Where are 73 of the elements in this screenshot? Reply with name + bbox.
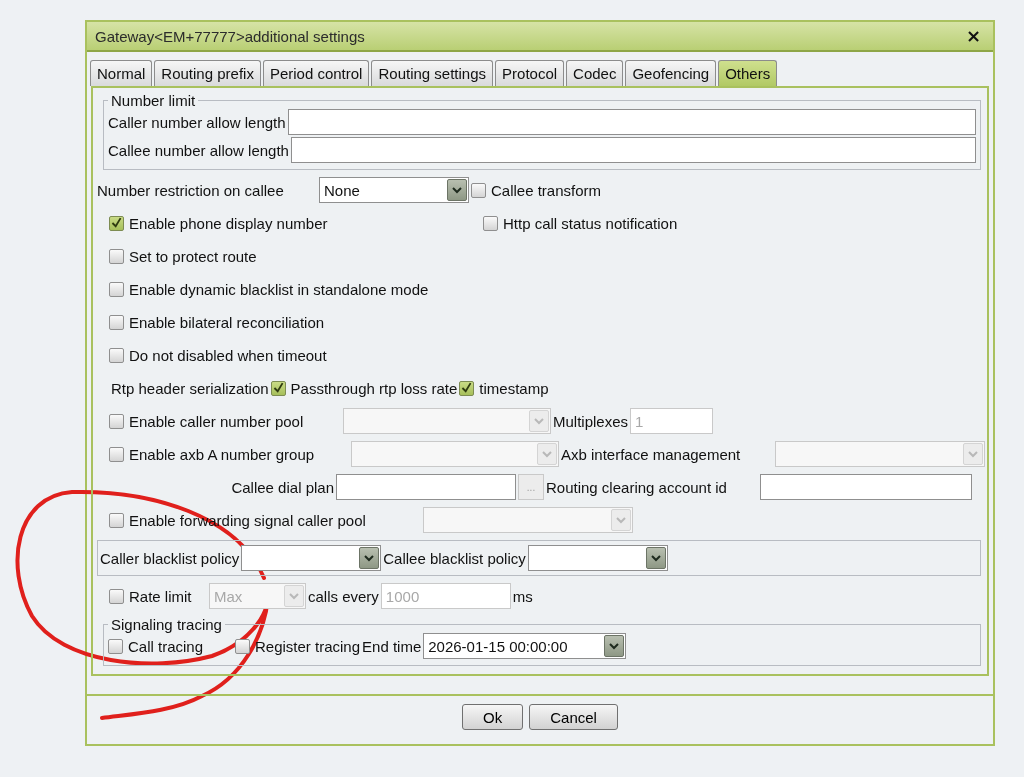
checkbox[interactable] [483, 215, 498, 231]
checkbox[interactable] [270, 380, 286, 396]
close-button[interactable]: × [961, 27, 985, 45]
tab[interactable]: Protocol [495, 60, 565, 86]
field-label: Callee blacklist policy [383, 549, 526, 567]
checkbox[interactable] [109, 215, 124, 231]
tab[interactable]: Routing prefix [154, 60, 261, 86]
field-label: Axb interface management [561, 445, 742, 463]
caret-icon [604, 635, 625, 657]
caret-icon [447, 179, 467, 201]
checkbox[interactable] [235, 638, 250, 654]
checkbox[interactable] [459, 380, 475, 396]
checkbox-label: Callee transform [491, 181, 602, 199]
checkbox-label: Register tracing [255, 637, 361, 655]
dropdown[interactable]: 2026-01-15 00:00:00 [423, 633, 627, 659]
tab[interactable]: Geofencing [625, 60, 717, 86]
checkbox[interactable] [109, 314, 124, 330]
field-label: Caller blacklist policy [100, 549, 240, 567]
text-field[interactable] [290, 137, 976, 163]
checkbox[interactable] [109, 248, 124, 264]
cancel-button[interactable]: Cancel [529, 704, 618, 730]
field-label: End time [362, 637, 422, 655]
group-title: Number limit [110, 92, 197, 109]
field-label: ms [512, 587, 533, 605]
field-label: Number restriction on callee [97, 181, 285, 199]
caret-icon [284, 585, 304, 607]
checkbox-label: Rate limit [129, 587, 192, 605]
field-label: Routing clearing account id [546, 478, 728, 496]
checkbox-label: Set to protect route [129, 247, 257, 265]
group-title: Signaling tracing [110, 616, 223, 633]
text-field[interactable] [287, 109, 976, 135]
checkbox-label: timestamp [479, 379, 549, 397]
caret-icon [963, 443, 983, 465]
field-label: calls every [308, 587, 379, 605]
checkbox-label: Do not disabled when timeout [129, 346, 327, 364]
checkbox-label: Enable axb A number group [129, 445, 315, 463]
checkbox[interactable] [109, 347, 124, 363]
checkbox-label: Enable caller number pool [129, 412, 304, 430]
checkbox[interactable] [471, 182, 486, 198]
checkbox[interactable] [109, 446, 124, 462]
checkbox[interactable] [109, 588, 124, 604]
checkbox[interactable] [109, 281, 124, 297]
field-label: Callee dial plan [230, 478, 334, 496]
caret-icon [359, 547, 380, 569]
field-label: Multiplexes [553, 412, 629, 430]
tab[interactable]: Normal [90, 60, 153, 86]
checkbox-label: Enable bilateral reconciliation [129, 313, 325, 331]
tab[interactable]: Others [718, 60, 778, 86]
checkbox-label: Http call status notification [503, 214, 678, 232]
text-field[interactable] [760, 474, 972, 500]
dropdown[interactable] [527, 545, 668, 571]
field-label: Rtp header serialization [111, 379, 269, 397]
caret-icon [611, 509, 631, 531]
checkbox[interactable] [109, 413, 124, 429]
caret-icon [645, 547, 666, 569]
tab[interactable]: Routing settings [371, 60, 494, 86]
checkbox-label: Passthrough rtp loss rate [290, 379, 458, 397]
checkbox-label: Enable dynamic blacklist in standalone mode [129, 280, 429, 298]
field-label: Caller number allow length [108, 113, 286, 131]
text-field[interactable] [336, 474, 516, 500]
tab[interactable]: Period control [262, 60, 370, 86]
dropdown[interactable] [241, 545, 382, 571]
dropdown[interactable]: None [319, 177, 469, 203]
field-label: Callee number allow length [108, 141, 289, 159]
window-title: Gateway<EM+77777>additional settings [95, 27, 365, 45]
caret-icon [529, 410, 549, 432]
checkbox-label: Enable phone display number [129, 214, 328, 232]
checkbox[interactable] [108, 638, 123, 654]
checkbox-label: Call tracing [128, 637, 204, 655]
ok-button[interactable]: Ok [462, 704, 524, 730]
checkbox[interactable] [109, 512, 124, 528]
tab[interactable]: Codec [566, 60, 624, 86]
caret-icon [537, 443, 557, 465]
